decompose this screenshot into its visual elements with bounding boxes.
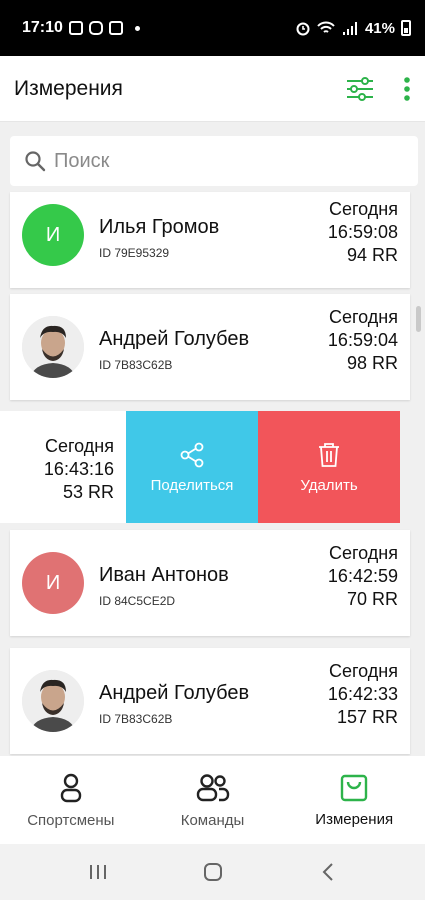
measurement-time: 16:59:08 [327, 222, 398, 242]
measurement-day: Сегодня [329, 199, 398, 219]
home-icon [203, 863, 222, 881]
wifi-icon [317, 21, 335, 33]
notification-dot-icon [134, 25, 140, 31]
filter-button[interactable] [345, 76, 375, 102]
athlete-name: Андрей Голубев [99, 328, 250, 350]
measurement-day: Сегодня [329, 661, 398, 681]
system-nav-bar [0, 844, 425, 900]
person-photo-icon [22, 670, 84, 732]
measurement-id: ID 79E95329 [99, 246, 170, 260]
list-item[interactable]: Андрей Голубев ID 7B83C62B Сегодня 16:42… [10, 648, 410, 754]
list-item[interactable]: И Иван Антонов ID 84C5CE2D Сегодня 16:42… [10, 530, 410, 636]
bottom-nav: Спортсмены Команды Измерения [0, 756, 425, 844]
athlete-name: Илья Громов [99, 216, 220, 238]
alarm-icon [296, 22, 310, 36]
measurement-value: 157 RR [336, 707, 398, 727]
measurement-day: Сегодня [329, 307, 398, 327]
avatar: И [22, 552, 84, 614]
measurement-meta: Сегодня 16:59:04 98 RR [328, 306, 398, 375]
measurement-meta: Сегодня 16:59:08 94 RR [328, 198, 398, 267]
measurement-meta: Сегодня 16:42:59 70 RR [328, 542, 398, 611]
person-photo-icon [22, 316, 84, 378]
measurement-meta: Сегодня 16:42:33 157 RR [328, 660, 398, 729]
avatar-photo [22, 316, 84, 378]
measurement-id: ID 84C5CE2D [99, 594, 176, 608]
avatar: И [22, 204, 84, 266]
share-button[interactable]: Поделиться [126, 411, 258, 523]
measurement-id: ID 7B83C62B [99, 712, 173, 726]
avatar-initial: И [45, 571, 61, 594]
nav-measurements[interactable]: Измерения [283, 756, 425, 844]
search-icon [25, 151, 46, 172]
gallery-icon [68, 21, 83, 35]
measurement-value: 98 RR [346, 353, 398, 373]
list-item[interactable]: И Илья Громов ID 79E95329 Сегодня 16:59:… [10, 192, 410, 288]
measurement-meta: Сегодня 16:43:16 53 RR [44, 435, 114, 504]
filter-sliders-icon [347, 76, 373, 101]
status-bar: 17:10 41% [0, 0, 425, 56]
nav-label-active: Измерения [315, 810, 394, 828]
battery-percent: 41% [364, 19, 395, 37]
battery-icon [401, 20, 411, 36]
measurement-time: 16:42:33 [327, 684, 398, 704]
instagram-icon [88, 21, 103, 35]
back-icon [322, 863, 333, 881]
measurement-id: ID 7B83C62B [99, 358, 173, 372]
list-item-swiped[interactable]: Сегодня 16:43:16 53 RR [0, 411, 126, 523]
person-icon [60, 773, 82, 802]
measurement-time: 16:59:04 [327, 330, 398, 350]
trash-icon [319, 442, 339, 467]
athlete-name: Андрей Голубев [99, 682, 250, 704]
measurements-list: И Илья Громов ID 79E95329 Сегодня 16:59:… [0, 122, 425, 756]
home-button[interactable] [193, 852, 233, 892]
scrollbar[interactable] [416, 306, 421, 332]
more-vertical-icon [404, 76, 410, 101]
avatar-initial: И [45, 223, 61, 246]
delete-button[interactable]: Удалить [258, 411, 400, 523]
athlete-name: Иван Антонов [99, 564, 229, 586]
search-bar[interactable] [10, 136, 418, 186]
nav-label: Спортсмены [27, 811, 115, 829]
status-time: 17:10 [22, 19, 63, 36]
app-bar: Измерения [0, 56, 425, 122]
page-title: Измерения [14, 76, 123, 100]
recent-apps-icon [89, 865, 106, 879]
recent-apps-button[interactable] [78, 852, 118, 892]
people-icon [196, 773, 229, 801]
measurement-value: 94 RR [346, 245, 398, 265]
signal-icon [342, 22, 357, 35]
measurement-value: 70 RR [346, 589, 398, 609]
measurement-day: Сегодня [329, 543, 398, 563]
measurement-time: 16:43:16 [43, 459, 114, 479]
nav-label: Команды [180, 811, 245, 829]
list-item[interactable]: Андрей Голубев ID 7B83C62B Сегодня 16:59… [10, 294, 410, 400]
nav-athletes[interactable]: Спортсмены [0, 756, 142, 844]
delete-label: Удалить [300, 476, 358, 494]
calendar-icon [108, 21, 123, 35]
share-label: Поделиться [150, 476, 234, 494]
nav-teams[interactable]: Команды [142, 756, 284, 844]
more-options-button[interactable] [403, 76, 411, 102]
measurement-time: 16:42:59 [327, 566, 398, 586]
back-button[interactable] [308, 852, 348, 892]
bag-icon [340, 774, 368, 801]
measurement-day: Сегодня [45, 436, 114, 456]
avatar-photo [22, 670, 84, 732]
share-icon [180, 442, 204, 467]
search-input[interactable] [54, 149, 394, 173]
measurement-value: 53 RR [62, 482, 114, 502]
